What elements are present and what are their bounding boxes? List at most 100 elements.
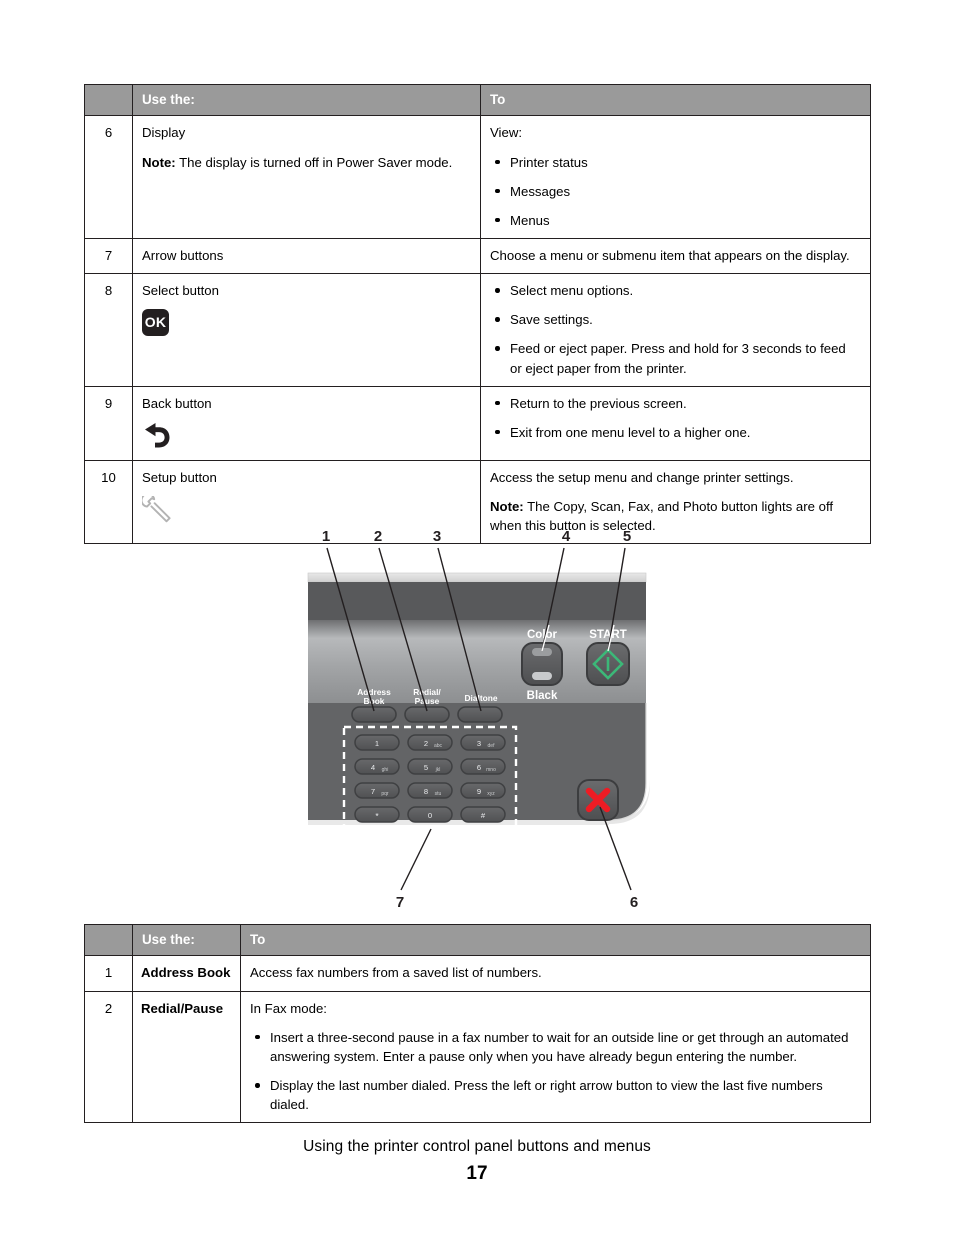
keypad-key-7-letters: pqr (381, 791, 389, 797)
list-item: Insert a three-second pause in a fax num… (250, 1028, 861, 1066)
list-item: Messages (490, 182, 861, 201)
list-item: Menus (490, 211, 861, 230)
callout-4: 4 (562, 528, 571, 545)
keypad-key-7[interactable] (354, 782, 400, 799)
control-panel-features-table-top: Use the: To 6 Display Note: The display … (84, 83, 871, 545)
feature-name: Setup button (142, 469, 217, 485)
color-label: Color (527, 629, 558, 641)
table-row: 6 Display Note: The display is turned of… (84, 115, 871, 239)
keypad-key-1-label: 1 (375, 739, 379, 748)
keypad-key-6-label: 6 (477, 763, 481, 772)
list-item: Display the last number dialed. Press th… (250, 1076, 861, 1114)
to-bullet-list: Insert a three-second pause in a fax num… (250, 1028, 861, 1115)
keypad-key-3[interactable] (460, 734, 506, 751)
keypad-key-3-label: 3 (477, 739, 481, 748)
list-item: Printer status (490, 153, 861, 172)
row-use-the-cell: Select button OK (132, 273, 481, 387)
keypad-key-9-label: 9 (477, 787, 481, 796)
table-header-index (84, 923, 133, 957)
feature-name: Arrow buttons (142, 248, 224, 263)
table-header-row: Use the: To (84, 923, 871, 957)
printer-control-panel-diagram: 1 2 3 4 5 Color Black START Address Book… (300, 515, 670, 915)
black-label: Black (527, 690, 558, 702)
keypad-key-8[interactable] (407, 782, 453, 799)
row-to-cell: View: Printer status Messages Menus (480, 115, 871, 239)
row-number: 9 (84, 385, 133, 461)
wrench-icon (140, 492, 171, 523)
keypad-key-5-label: 5 (424, 763, 428, 772)
icon-row (142, 422, 471, 452)
callout-2: 2 (374, 528, 382, 545)
dialtone-label: Dialtone (464, 693, 497, 703)
list-item: Select menu options. (490, 281, 861, 300)
keypad-key-8-letters: stu (435, 791, 442, 797)
row-to-cell: Access fax numbers from a saved list of … (240, 955, 871, 992)
to-paragraph: Access the setup menu and change printer… (490, 469, 794, 485)
callout-1: 1 (322, 528, 330, 545)
redial-pause-label-line2: Pause (415, 696, 440, 706)
row-to-cell: In Fax mode: Insert a three-second pause… (240, 990, 871, 1124)
keypad-key-3-letters: def (488, 743, 496, 749)
list-item: Save settings. (490, 310, 861, 329)
row-to-cell: Select menu options. Save settings. Feed… (480, 273, 871, 387)
keypad-key-6[interactable] (460, 758, 506, 775)
table-header-to: To (480, 83, 871, 117)
keypad-key-4-letters: ghi (382, 767, 389, 773)
start-label: START (589, 629, 626, 641)
keypad-key-6-letters: mno (486, 767, 496, 773)
keypad-key-4-label: 4 (371, 763, 375, 772)
table-row: 9 Back button Return to the previous scr… (84, 385, 871, 461)
row-use-the-cell: Back button (132, 385, 481, 461)
panel-upper-block (308, 582, 646, 620)
keypad-key-0-label: 0 (428, 811, 432, 820)
callout-6: 6 (630, 894, 638, 911)
table-row: 7 Arrow buttons Choose a menu or submenu… (84, 237, 871, 275)
fax-features-table-bottom: Use the: To 1 Address Book Access fax nu… (84, 923, 871, 1124)
back-arrow-icon (145, 422, 170, 448)
list-item: Exit from one menu level to a higher one… (490, 423, 861, 442)
icon-row: OK (142, 309, 471, 339)
callout-7: 7 (396, 894, 404, 911)
keypad-key-4[interactable] (354, 758, 400, 775)
keypad-key-2-label: 2 (424, 739, 428, 748)
to-bullet-list: Return to the previous screen. Exit from… (490, 394, 861, 442)
to-bullet-list: Select menu options. Save settings. Feed… (490, 281, 861, 378)
keypad-key-9[interactable] (460, 782, 506, 799)
row-use-the-cell: Arrow buttons (132, 237, 481, 275)
footer-section-title: Using the printer control panel buttons … (303, 1138, 651, 1155)
row-number: 8 (84, 273, 133, 387)
row-number: 10 (84, 459, 133, 545)
keypad-key-5[interactable] (407, 758, 453, 775)
note-label: Note: (142, 154, 176, 170)
panel-bottom-strip (308, 820, 609, 825)
to-intro: In Fax mode: (250, 1000, 327, 1016)
table-row: 1 Address Book Access fax numbers from a… (84, 955, 871, 992)
table-row: 8 Select button OK Select menu options. … (84, 273, 871, 387)
list-item: Return to the previous screen. (490, 394, 861, 413)
keypad-key-2-letters: abc (434, 743, 443, 749)
row-number: 2 (84, 990, 133, 1124)
feature-note: Note: The display is turned off in Power… (142, 153, 471, 172)
document-page: Use the: To 6 Display Note: The display … (0, 0, 954, 1235)
feature-name: Display (142, 125, 186, 141)
feature-name: Redial/Pause (132, 990, 241, 1124)
note-text: The display is turned off in Power Saver… (175, 154, 453, 170)
row-number: 1 (84, 955, 133, 992)
keypad-key-8-label: 8 (424, 787, 428, 796)
table-header-to: To (240, 923, 871, 957)
to-bullet-list: Printer status Messages Menus (490, 153, 861, 230)
feature-name: Select button (142, 283, 219, 299)
table-header-use-the: Use the: (132, 83, 481, 117)
keypad-key-2[interactable] (407, 734, 453, 751)
leader-line-7 (400, 828, 432, 891)
row-number: 6 (84, 115, 133, 239)
row-number: 7 (84, 237, 133, 275)
panel-top-strip (307, 572, 647, 583)
table-header-use-the: Use the: (132, 923, 241, 957)
note-label: Note: (490, 498, 524, 514)
address-book-label-line2: Book (364, 696, 385, 706)
table-header-index (84, 83, 133, 117)
ok-button-icon: OK (142, 309, 169, 337)
callout-5: 5 (623, 528, 631, 545)
row-to-cell: Choose a menu or submenu item that appea… (480, 237, 871, 275)
